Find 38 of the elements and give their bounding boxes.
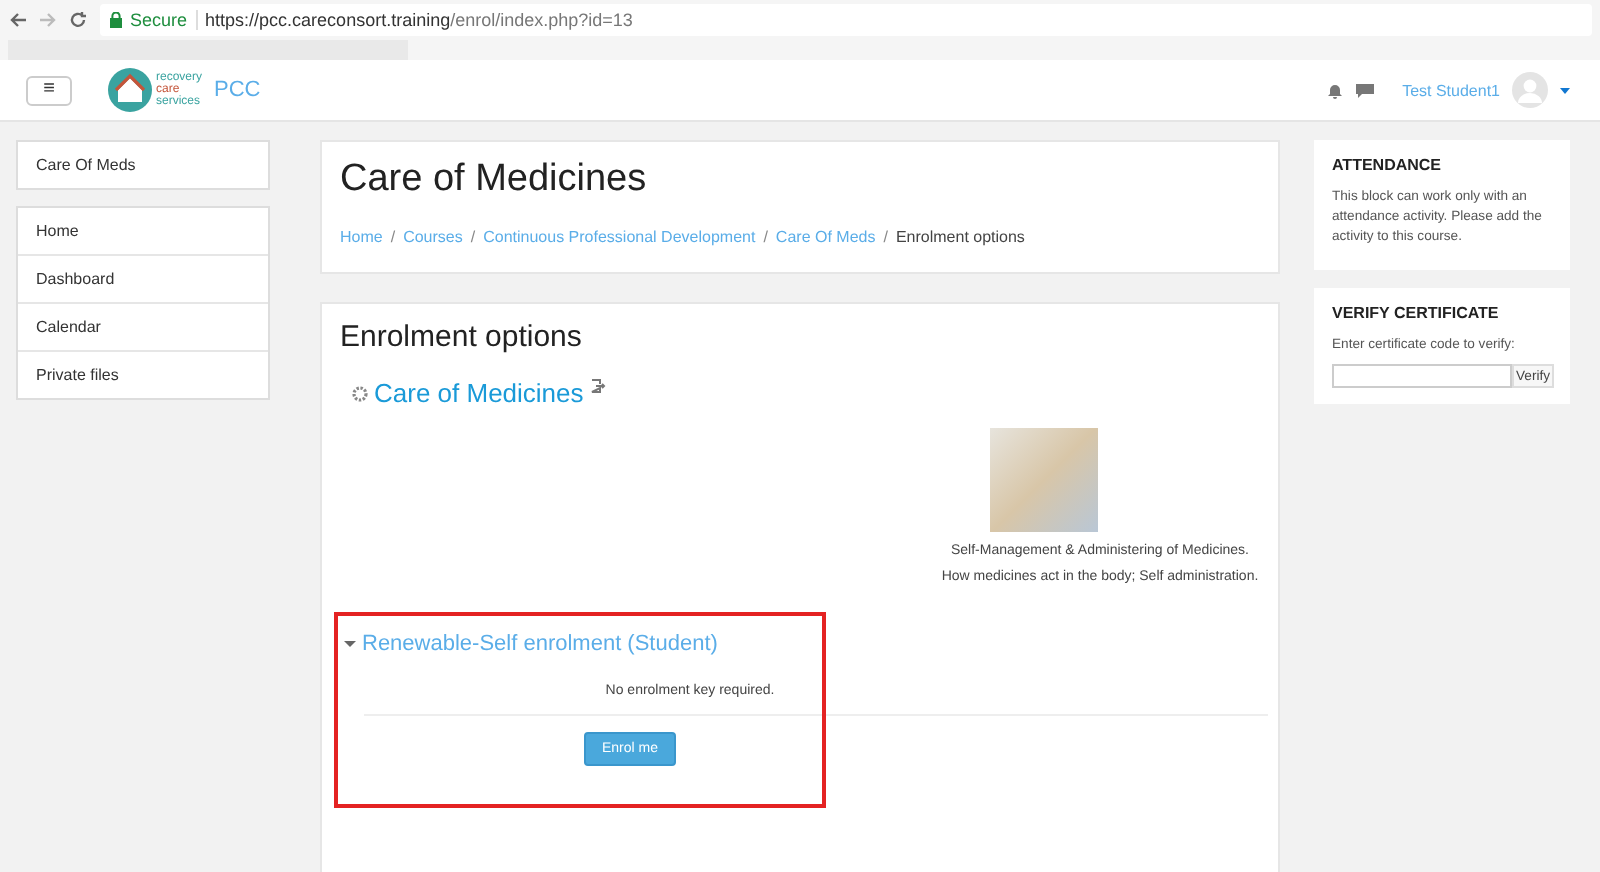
breadcrumb-separator: / [763, 228, 768, 246]
secure-label: Secure [130, 10, 188, 30]
menu-button[interactable]: ≡ [26, 75, 72, 105]
url-text: https://pcc.careconsort.training/enrol/index.php?id=13 [205, 10, 633, 30]
enrolment-method-link[interactable]: Renewable-Self enrolment (Student) [362, 632, 718, 656]
nav-item[interactable]: Calendar [18, 302, 268, 350]
address-bar[interactable]: Secure https://pcc.careconsort.training/enrol/index.php?id=13 [100, 4, 1592, 36]
site-name-link[interactable]: PCC [214, 78, 261, 102]
section-heading: Enrolment options [340, 320, 584, 354]
house-logo-icon [108, 68, 152, 112]
caret-icon[interactable] [1560, 87, 1570, 93]
course-name-link[interactable]: Care of Medicines [374, 378, 584, 408]
enter-icon [589, 378, 606, 394]
block-title: VERIFY CERTIFICATE [1332, 304, 1501, 322]
nav-item[interactable]: Dashboard [18, 254, 268, 302]
certificate-code-field[interactable] [1332, 364, 1512, 388]
current-page-text: Enrolment options [895, 228, 1025, 246]
breadcrumb-separator: / [883, 228, 888, 246]
breadcrumb-link[interactable]: Home [340, 228, 383, 246]
bell-icon[interactable] [1326, 81, 1345, 99]
chat-icon[interactable] [1356, 81, 1375, 99]
page-title: Care of Medicines [340, 158, 649, 202]
nav-item[interactable]: Home [18, 208, 268, 254]
back-icon[interactable] [8, 10, 28, 30]
breadcrumb-link[interactable]: Care Of Meds [775, 228, 876, 246]
gear-icon [352, 385, 368, 401]
breadcrumb-separator: / [470, 228, 476, 246]
reload-icon[interactable] [68, 10, 88, 30]
breadcrumb-separator: / [390, 228, 396, 246]
padlock-icon [110, 12, 122, 28]
block-title: ATTENDANCE [1332, 156, 1444, 174]
breadcrumb-link[interactable]: Courses [403, 228, 463, 246]
nav-item[interactable]: Private files [18, 350, 268, 398]
course-nav-item[interactable]: Care Of Meds [18, 142, 268, 188]
breadcrumb-link[interactable]: Continuous Professional Development [483, 228, 756, 246]
collapse-icon[interactable] [344, 638, 356, 650]
user-name-link[interactable]: Test Student1 [1402, 81, 1500, 99]
photo-placeholder [990, 428, 1098, 532]
